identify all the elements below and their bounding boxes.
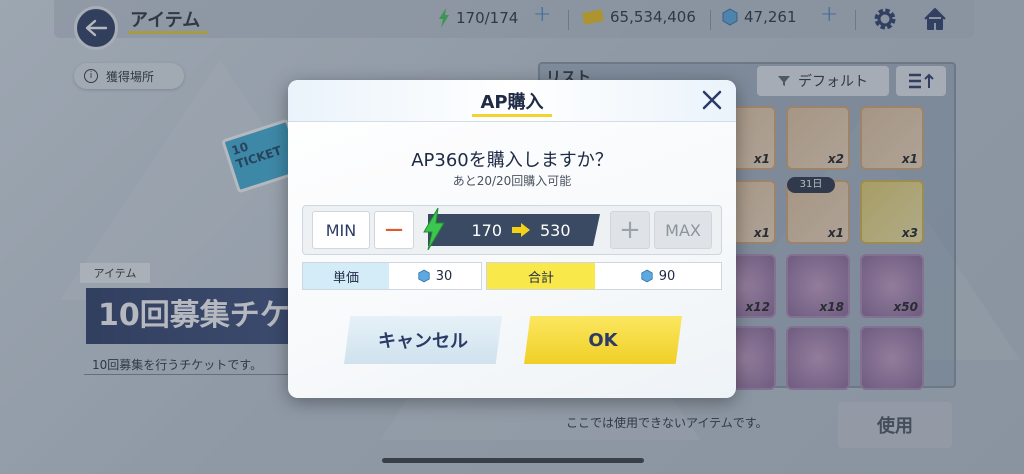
total-value-cell: 90 [595, 263, 721, 289]
ap-to: 530 [540, 220, 571, 240]
ap-purchase-dialog: AP購入 AP360を購入しますか？ あと20/20回購入可能 MIN − 17… [288, 80, 736, 398]
purchase-question: AP360を購入しますか？ [411, 150, 613, 171]
decrement-button[interactable]: − [374, 211, 414, 249]
total-price-row: 合計 90 [486, 262, 722, 290]
close-icon[interactable] [700, 88, 724, 112]
ok-button[interactable]: OK [524, 316, 682, 364]
unit-price-value: 30 [435, 268, 453, 284]
max-button[interactable]: MAX [654, 211, 712, 249]
unit-price-label: 単価 [303, 263, 389, 289]
min-button[interactable]: MIN [312, 211, 370, 249]
remaining-purchases: あと20/20回購入可能 [452, 174, 572, 188]
increment-button[interactable]: + [610, 211, 650, 249]
ap-from: 170 [471, 220, 502, 240]
home-indicator[interactable] [382, 458, 644, 463]
gem-icon [418, 269, 430, 283]
unit-price-value-cell: 30 [389, 263, 481, 289]
cancel-button[interactable]: キャンセル [344, 316, 502, 364]
dialog-title-underline [472, 114, 552, 117]
total-value: 90 [658, 268, 676, 284]
gem-icon [641, 269, 653, 283]
total-label: 合計 [487, 263, 595, 289]
dialog-title: AP購入 [480, 92, 544, 113]
ap-change-display: 170 530 [428, 214, 600, 246]
unit-price-row: 単価 30 [302, 262, 482, 290]
lightning-icon [423, 208, 445, 250]
arrow-right-icon [512, 223, 530, 237]
